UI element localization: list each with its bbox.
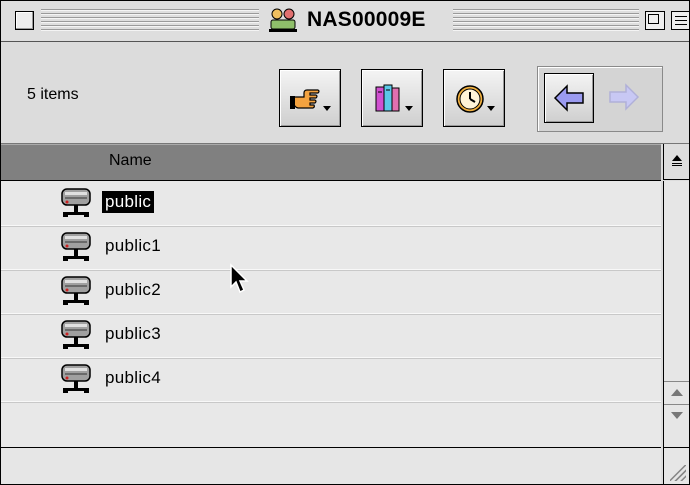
resize-grow-box[interactable] <box>663 447 689 484</box>
clock-icon <box>456 85 484 113</box>
window-title-group: NAS00009E <box>259 6 434 34</box>
finder-window: NAS00009E 5 items Name public public1 pu… <box>0 0 690 485</box>
list-item-label: public4 <box>105 368 161 387</box>
recent-dropdown-arrow <box>487 106 495 111</box>
scroll-down-arrow[interactable] <box>664 404 689 427</box>
navigation-group <box>537 66 663 132</box>
collapse-box[interactable] <box>671 11 689 30</box>
scroll-up-arrow[interactable] <box>664 381 689 404</box>
list-item-label: public1 <box>105 236 161 255</box>
network-volume-icon <box>269 8 297 32</box>
list-item[interactable]: public1 <box>1 225 661 270</box>
name-column-header[interactable]: Name <box>1 144 661 181</box>
list-item-label: public <box>102 191 155 213</box>
list-item-label: public2 <box>105 280 161 299</box>
zoom-box[interactable] <box>645 11 665 30</box>
right-arrow-icon <box>609 83 640 111</box>
toolbar: 5 items <box>1 42 689 144</box>
recent-button[interactable] <box>443 69 505 127</box>
server-volume-icon <box>59 275 93 307</box>
vertical-scrollbar[interactable] <box>663 181 689 447</box>
name-column-label: Name <box>109 152 152 169</box>
server-volume-icon <box>59 319 93 351</box>
favorites-button[interactable] <box>361 69 423 127</box>
action-button[interactable] <box>279 69 341 127</box>
title-bar-stripes-right <box>453 9 639 31</box>
server-volume-icon <box>59 363 93 395</box>
list-item[interactable]: public4 <box>1 357 661 402</box>
mouse-pointer-icon <box>230 263 249 294</box>
list-item[interactable]: public2 <box>1 269 661 314</box>
server-volume-icon <box>59 187 93 219</box>
favorites-dropdown-arrow <box>405 106 413 111</box>
server-volume-icon <box>59 231 93 263</box>
title-bar[interactable]: NAS00009E <box>1 1 689 42</box>
list-item-label: public3 <box>105 324 161 343</box>
file-list: public public1 public2 public3 public4 <box>1 181 661 447</box>
window-title: NAS00009E <box>307 8 426 31</box>
close-box[interactable] <box>15 11 34 30</box>
list-item[interactable]: public <box>1 181 661 226</box>
resize-grip-icon <box>670 465 686 481</box>
horizontal-scrollbar[interactable] <box>1 447 661 484</box>
pointing-hand-icon <box>290 89 320 109</box>
title-bar-stripes-left <box>41 9 261 31</box>
books-icon <box>375 84 400 112</box>
sort-direction-button[interactable] <box>663 144 689 180</box>
forward-button[interactable] <box>600 73 650 123</box>
left-arrow-icon <box>553 84 584 112</box>
items-count: 5 items <box>27 86 79 103</box>
list-item[interactable]: public3 <box>1 313 661 358</box>
action-dropdown-arrow <box>323 106 331 111</box>
back-button[interactable] <box>544 73 594 123</box>
